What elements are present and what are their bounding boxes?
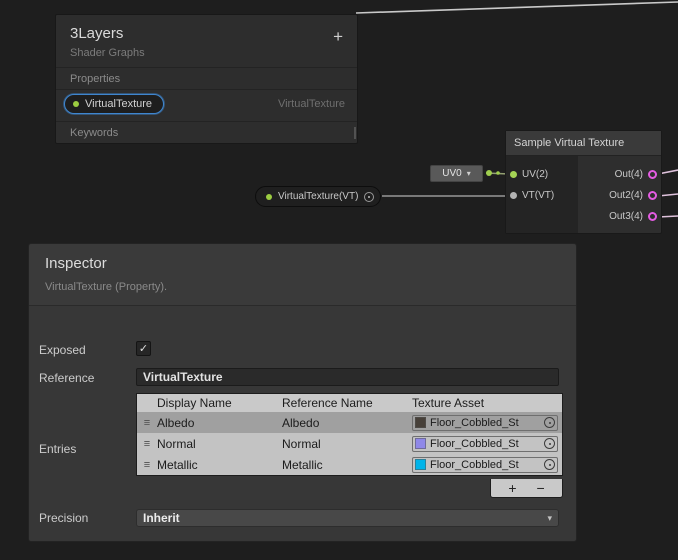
keywords-section-label: Keywords xyxy=(56,121,357,143)
check-icon: ✓ xyxy=(139,343,148,355)
entries-table-header: Display Name Reference Name Texture Asse… xyxy=(137,394,562,412)
blackboard-scrollbar[interactable] xyxy=(354,127,356,139)
port-row-vt: VT(VT) xyxy=(506,185,578,206)
edge-uv-dot xyxy=(486,170,492,176)
display-name-cell: Metallic xyxy=(157,458,282,472)
uv-channel-value: UV0 xyxy=(442,168,461,179)
inspector-subtitle: VirtualTexture (Property). xyxy=(45,281,560,293)
chevron-down-icon: ▾ xyxy=(547,513,552,524)
blackboard-subtitle: Shader Graphs xyxy=(70,47,345,59)
out1-label: Out(4) xyxy=(615,169,643,180)
reference-label: Reference xyxy=(39,371,94,385)
inspector-panel: Inspector VirtualTexture (Property). Exp… xyxy=(28,243,577,542)
blackboard-panel[interactable]: 3Layers Shader Graphs + Properties Virtu… xyxy=(55,14,358,144)
uv-channel-dropdown[interactable]: UV0 ▾ xyxy=(430,165,483,182)
reference-input[interactable]: VirtualTexture xyxy=(136,368,559,386)
port-row-out2: Out2(4) xyxy=(578,185,661,206)
col-reference-name: Reference Name xyxy=(282,396,412,410)
precision-dropdown[interactable]: Inherit ▾ xyxy=(136,509,559,527)
property-node-label: VirtualTexture(VT) xyxy=(278,191,358,202)
out2-output-port[interactable] xyxy=(648,191,657,200)
texture-object-field[interactable]: Floor_Cobbled_St xyxy=(412,415,558,431)
precision-label: Precision xyxy=(39,511,88,525)
node-body: UV(2) VT(VT) Out(4) Out2(4) Out3(4) xyxy=(506,156,661,233)
exposed-label: Exposed xyxy=(39,343,86,357)
property-node-output-port[interactable] xyxy=(364,192,374,202)
shader-graph-canvas[interactable]: 3Layers Shader Graphs + Properties Virtu… xyxy=(0,0,678,560)
property-type-label: VirtualTexture xyxy=(278,98,347,110)
reference-name-cell: Metallic xyxy=(282,458,412,472)
display-name-cell: Normal xyxy=(157,437,282,451)
col-display-name: Display Name xyxy=(137,396,282,410)
uv-input-label: UV(2) xyxy=(522,169,548,180)
add-entry-button[interactable]: + xyxy=(508,481,516,495)
edge-top-right xyxy=(356,2,678,13)
node-output-column: Out(4) Out2(4) Out3(4) xyxy=(578,156,661,233)
inspector-title: Inspector xyxy=(45,255,560,272)
drag-handle-icon[interactable]: ≡ xyxy=(137,459,157,471)
property-row[interactable]: VirtualTexture VirtualTexture xyxy=(56,89,357,121)
uv-input-port[interactable] xyxy=(510,171,517,178)
add-property-button[interactable]: + xyxy=(333,27,343,47)
property-node-dot-icon xyxy=(266,194,272,200)
inspector-header: Inspector VirtualTexture (Property). xyxy=(29,244,576,306)
out2-label: Out2(4) xyxy=(609,190,643,201)
out3-output-port[interactable] xyxy=(648,212,657,221)
texture-name: Floor_Cobbled_St xyxy=(430,459,540,471)
port-row-uv: UV(2) xyxy=(506,164,578,185)
entries-list-footer: + − xyxy=(490,479,563,498)
remove-entry-button[interactable]: − xyxy=(537,481,545,495)
out1-output-port[interactable] xyxy=(648,170,657,179)
out3-label: Out3(4) xyxy=(609,211,643,222)
texture-swatch xyxy=(415,459,426,470)
object-picker-icon[interactable] xyxy=(544,438,555,449)
port-row-out3: Out3(4) xyxy=(578,206,661,227)
table-row-normal[interactable]: ≡ Normal Normal Floor_Cobbled_St xyxy=(137,433,562,454)
blackboard-header[interactable]: 3Layers Shader Graphs + xyxy=(56,15,357,67)
object-picker-icon[interactable] xyxy=(544,417,555,428)
property-pill-label: VirtualTexture xyxy=(85,98,152,110)
virtualtexture-property-node[interactable]: VirtualTexture(VT) xyxy=(255,186,381,207)
texture-asset-cell: Floor_Cobbled_St xyxy=(412,436,562,452)
texture-name: Floor_Cobbled_St xyxy=(430,417,540,429)
node-input-column: UV(2) VT(VT) xyxy=(506,156,578,233)
texture-object-field[interactable]: Floor_Cobbled_St xyxy=(412,457,558,473)
texture-swatch xyxy=(415,417,426,428)
port-row-out1: Out(4) xyxy=(578,164,661,185)
vt-input-label: VT(VT) xyxy=(522,190,554,201)
table-row-albedo[interactable]: ≡ Albedo Albedo Floor_Cobbled_St xyxy=(137,412,562,433)
precision-value: Inherit xyxy=(143,511,180,525)
drag-handle-icon[interactable]: ≡ xyxy=(137,417,157,429)
texture-object-field[interactable]: Floor_Cobbled_St xyxy=(412,436,558,452)
texture-asset-cell: Floor_Cobbled_St xyxy=(412,457,562,473)
display-name-cell: Albedo xyxy=(157,416,282,430)
virtualtexture-property-pill[interactable]: VirtualTexture xyxy=(64,94,164,114)
edge-uv-dot-small xyxy=(496,171,500,175)
texture-swatch xyxy=(415,438,426,449)
entries-label: Entries xyxy=(39,442,76,456)
object-picker-icon[interactable] xyxy=(544,459,555,470)
col-texture-asset: Texture Asset xyxy=(412,396,562,410)
chevron-down-icon: ▾ xyxy=(467,169,471,178)
blackboard-title: 3Layers xyxy=(70,25,345,42)
reference-name-cell: Albedo xyxy=(282,416,412,430)
property-type-dot-icon xyxy=(73,101,79,107)
drag-handle-icon[interactable]: ≡ xyxy=(137,438,157,450)
exposed-checkbox[interactable]: ✓ xyxy=(136,341,151,356)
node-title[interactable]: Sample Virtual Texture xyxy=(506,131,661,156)
sample-virtual-texture-node[interactable]: Sample Virtual Texture UV(2) VT(VT) Out(… xyxy=(505,130,662,234)
table-row-metallic[interactable]: ≡ Metallic Metallic Floor_Cobbled_St xyxy=(137,454,562,475)
texture-name: Floor_Cobbled_St xyxy=(430,438,540,450)
vt-input-port[interactable] xyxy=(510,192,517,199)
reference-name-cell: Normal xyxy=(282,437,412,451)
entries-table: Display Name Reference Name Texture Asse… xyxy=(136,393,563,476)
properties-section-label: Properties xyxy=(56,67,357,89)
texture-asset-cell: Floor_Cobbled_St xyxy=(412,415,562,431)
